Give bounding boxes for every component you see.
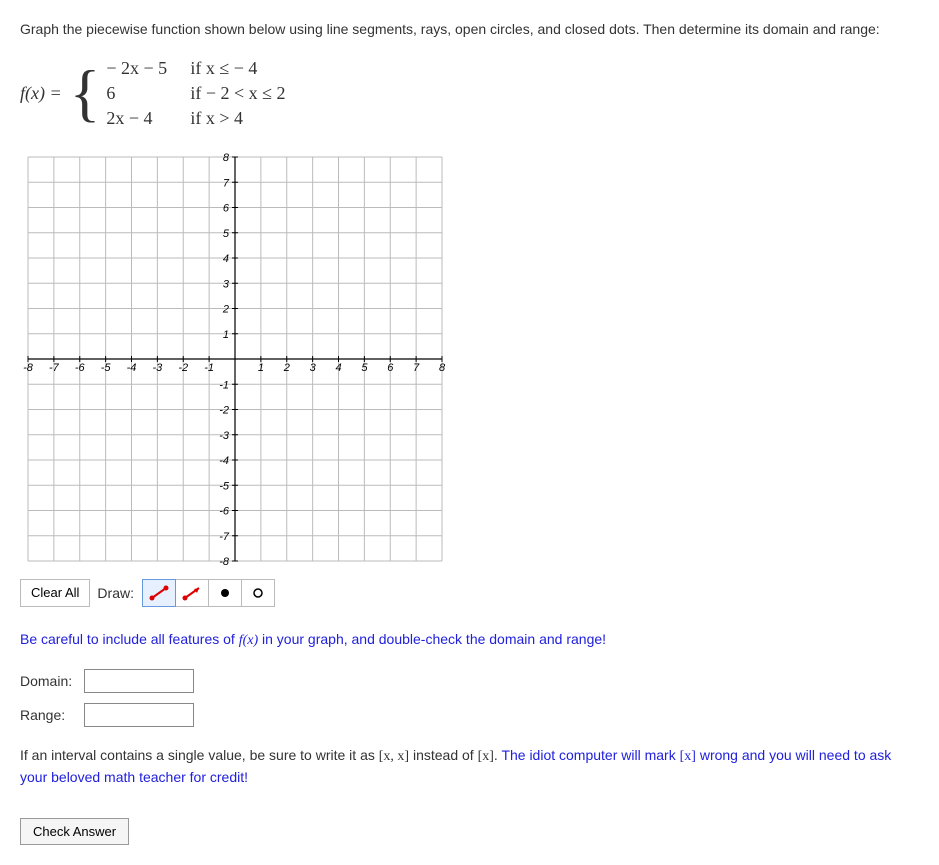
svg-text:7: 7 bbox=[223, 177, 230, 189]
svg-text:-6: -6 bbox=[219, 505, 230, 517]
svg-text:4: 4 bbox=[335, 362, 341, 374]
ray-icon bbox=[181, 584, 203, 602]
svg-text:-7: -7 bbox=[219, 530, 230, 542]
note-bracket-3: [x] bbox=[680, 749, 696, 764]
graph-canvas[interactable]: -8 -7 -6 -5 -4 -3 -2 -1 1 2 3 4 5 6 7 8 -8 -7 -6 -5 -4 -3 -2 -1… bbox=[20, 149, 919, 569]
hint-fx: f(x) bbox=[239, 633, 258, 648]
range-input[interactable] bbox=[84, 703, 194, 727]
domain-row: Domain: bbox=[20, 669, 919, 693]
tool-closed-dot[interactable] bbox=[208, 579, 242, 607]
svg-text:-3: -3 bbox=[219, 429, 230, 441]
piece-2: 6 if − 2 < x ≤ 2 bbox=[106, 83, 285, 104]
draw-label: Draw: bbox=[89, 580, 142, 606]
svg-text:-5: -5 bbox=[219, 480, 230, 492]
instructions-text: Graph the piecewise function shown below… bbox=[20, 20, 919, 40]
svg-text:2: 2 bbox=[283, 362, 290, 374]
tool-line-segment[interactable] bbox=[142, 579, 176, 607]
svg-text:-4: -4 bbox=[219, 455, 229, 467]
domain-label: Domain: bbox=[20, 673, 78, 689]
function-lhs: f(x) = bbox=[20, 83, 62, 104]
svg-text:3: 3 bbox=[223, 278, 230, 290]
svg-text:8: 8 bbox=[223, 152, 230, 164]
left-brace-icon: { bbox=[70, 65, 101, 121]
svg-text:-7: -7 bbox=[49, 362, 60, 374]
piecewise-function: f(x) = { − 2x − 5 if x ≤ − 4 6 if − 2 < … bbox=[20, 58, 919, 129]
range-label: Range: bbox=[20, 707, 78, 723]
svg-text:-3: -3 bbox=[152, 362, 163, 374]
svg-text:-1: -1 bbox=[219, 379, 229, 391]
svg-text:-5: -5 bbox=[101, 362, 112, 374]
svg-text:8: 8 bbox=[439, 362, 446, 374]
piece-2-cond: if − 2 < x ≤ 2 bbox=[190, 83, 285, 104]
svg-text:-4: -4 bbox=[127, 362, 137, 374]
piece-1-expr: − 2x − 5 bbox=[106, 58, 176, 79]
interval-note: If an interval contains a single value, … bbox=[20, 745, 919, 788]
svg-text:-8: -8 bbox=[23, 362, 34, 374]
note-bracket-1: [x, x] bbox=[379, 749, 409, 764]
piece-1: − 2x − 5 if x ≤ − 4 bbox=[106, 58, 285, 79]
svg-text:1: 1 bbox=[223, 328, 229, 340]
note-bracket-2: [x] bbox=[478, 749, 494, 764]
segment-icon bbox=[148, 584, 170, 602]
svg-text:-2: -2 bbox=[178, 362, 188, 374]
note-idiot-1: The idiot computer will mark bbox=[501, 747, 679, 763]
check-answer-button[interactable]: Check Answer bbox=[20, 818, 129, 845]
svg-text:6: 6 bbox=[387, 362, 394, 374]
closed-dot-icon bbox=[214, 584, 236, 602]
piece-2-expr: 6 bbox=[106, 83, 176, 104]
svg-text:3: 3 bbox=[310, 362, 317, 374]
piece-3: 2x − 4 if x > 4 bbox=[106, 108, 285, 129]
note-a: If an interval contains a single value, … bbox=[20, 747, 379, 763]
range-row: Range: bbox=[20, 703, 919, 727]
svg-text:2: 2 bbox=[222, 303, 229, 315]
tool-ray[interactable] bbox=[175, 579, 209, 607]
piece-3-expr: 2x − 4 bbox=[106, 108, 176, 129]
open-circle-icon bbox=[247, 584, 269, 602]
svg-text:-1: -1 bbox=[204, 362, 214, 374]
svg-text:-2: -2 bbox=[219, 404, 229, 416]
svg-text:7: 7 bbox=[413, 362, 420, 374]
tool-open-circle[interactable] bbox=[241, 579, 275, 607]
svg-text:5: 5 bbox=[223, 227, 230, 239]
svg-text:4: 4 bbox=[223, 253, 229, 265]
piece-3-cond: if x > 4 bbox=[190, 108, 243, 129]
domain-input[interactable] bbox=[84, 669, 194, 693]
svg-text:-6: -6 bbox=[75, 362, 86, 374]
note-b: instead of bbox=[409, 747, 478, 763]
svg-text:1: 1 bbox=[258, 362, 264, 374]
hint-text: Be careful to include all features of f(… bbox=[20, 631, 919, 649]
svg-text:-8: -8 bbox=[219, 556, 230, 568]
svg-text:6: 6 bbox=[223, 202, 230, 214]
clear-all-button[interactable]: Clear All bbox=[20, 579, 90, 607]
svg-text:5: 5 bbox=[361, 362, 368, 374]
draw-toolbar: Clear All Draw: bbox=[20, 579, 919, 607]
hint-suffix: in your graph, and double-check the doma… bbox=[258, 631, 606, 647]
hint-prefix: Be careful to include all features of bbox=[20, 631, 239, 647]
piece-1-cond: if x ≤ − 4 bbox=[190, 58, 257, 79]
